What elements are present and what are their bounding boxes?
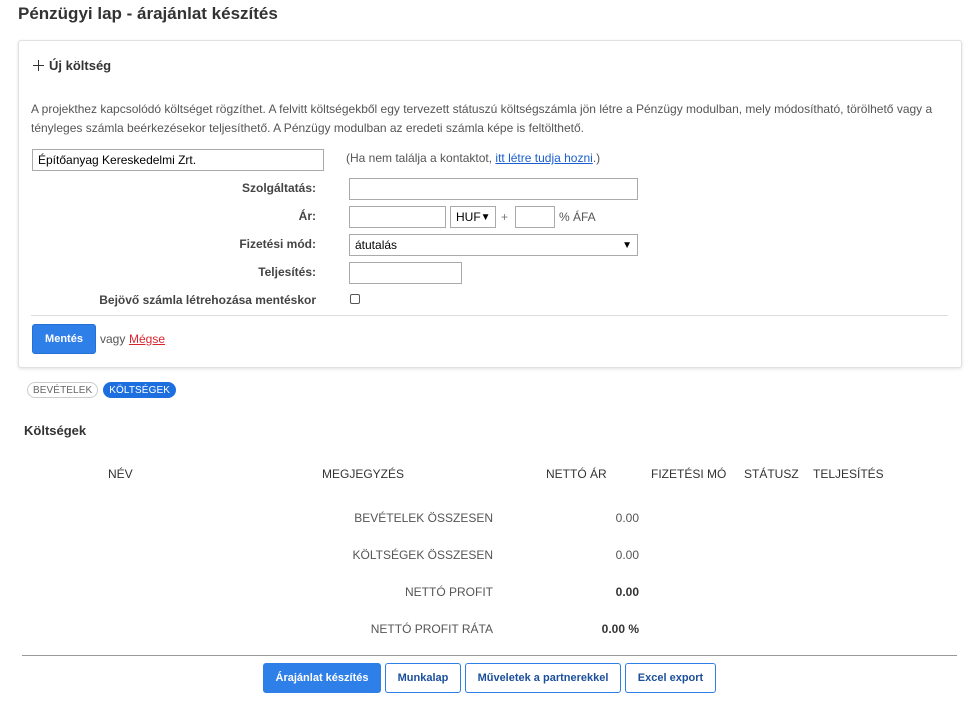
- contact-hint-suffix: .): [592, 151, 601, 165]
- completion-label: Teljesítés:: [258, 265, 316, 279]
- or-text: vagy: [100, 332, 126, 346]
- service-input[interactable]: [349, 178, 638, 200]
- currency-select[interactable]: HUF ▼: [450, 206, 496, 228]
- column-header-completion: TELJESÍTÉS: [813, 467, 884, 481]
- summary-value-profit-rate: 0.00 %: [601, 622, 639, 636]
- plus-icon: [33, 60, 44, 71]
- page-title: Pénzügyi lap - árajánlat készítés: [18, 4, 278, 23]
- chevron-down-icon: ▼: [480, 211, 491, 223]
- column-header-name: NÉV: [108, 467, 133, 481]
- summary-label-profit-rate: NETTÓ PROFIT RÁTA: [370, 622, 493, 636]
- tab-revenues[interactable]: BEVÉTELEK: [27, 382, 99, 398]
- summary-value-net-profit: 0.00: [615, 585, 639, 599]
- new-cost-header[interactable]: Új költség: [33, 58, 111, 73]
- create-contact-link[interactable]: itt létre tudja hozni: [495, 151, 592, 165]
- contact-hint-prefix: (Ha nem találja a kontaktot,: [346, 151, 496, 165]
- price-label: Ár:: [298, 209, 316, 223]
- worksheet-button[interactable]: Munkalap: [385, 663, 461, 693]
- excel-export-button[interactable]: Excel export: [625, 663, 716, 693]
- column-header-net-price: NETTÓ ÁR: [546, 467, 607, 481]
- plus-sign: +: [501, 210, 509, 224]
- new-cost-panel: Új költség A projekthez kapcsolódó költs…: [18, 40, 962, 368]
- summary-value-costs: 0.00: [615, 548, 639, 562]
- new-cost-title: Új költség: [49, 58, 112, 73]
- vat-input[interactable]: [515, 206, 555, 228]
- column-header-note: MEGJEGYZÉS: [322, 467, 405, 481]
- create-quote-button[interactable]: Árajánlat készítés: [263, 663, 381, 693]
- completion-date-input[interactable]: [349, 262, 462, 284]
- payment-label: Fizetési mód:: [239, 237, 316, 251]
- payment-method-value: átutalás: [355, 238, 398, 252]
- tab-costs[interactable]: KÖLTSÉGEK: [103, 382, 176, 398]
- finance-tabs: BEVÉTELEK KÖLTSÉGEK: [27, 382, 176, 398]
- payment-method-select[interactable]: átutalás ▼: [349, 234, 638, 256]
- invoice-checkbox-label: Bejövő számla létrehozása mentéskor: [99, 293, 316, 307]
- cancel-link[interactable]: Mégse: [129, 332, 165, 346]
- invoice-checkbox[interactable]: [350, 294, 360, 304]
- price-input[interactable]: [349, 206, 446, 228]
- service-label: Szolgáltatás:: [241, 181, 316, 195]
- summary-label-revenues: BEVÉTELEK ÖSSZESEN: [354, 511, 493, 525]
- bottom-divider: [22, 655, 957, 656]
- partner-operations-button[interactable]: Műveletek a partnerekkel: [465, 663, 621, 693]
- costs-section-title: Költségek: [24, 423, 87, 438]
- summary-label-costs: KÖLTSÉGEK ÖSSZESEN: [352, 548, 493, 562]
- contact-hint: (Ha nem találja a kontaktot, itt létre t…: [346, 151, 600, 165]
- form-divider: [31, 315, 948, 316]
- save-button[interactable]: Mentés: [32, 324, 96, 354]
- column-header-payment-method: FIZETÉSI MÓD: [651, 467, 726, 481]
- vat-label: % ÁFA: [559, 210, 596, 224]
- currency-value: HUF: [456, 210, 481, 224]
- summary-value-revenues: 0.00: [615, 511, 639, 525]
- new-cost-description: A projekthez kapcsolódó költséget rögzít…: [31, 102, 933, 135]
- column-header-status: STÁTUSZ: [744, 467, 799, 481]
- summary-label-net-profit: NETTÓ PROFIT: [405, 585, 493, 599]
- contact-input[interactable]: [32, 149, 324, 171]
- chevron-down-icon: ▼: [622, 239, 632, 251]
